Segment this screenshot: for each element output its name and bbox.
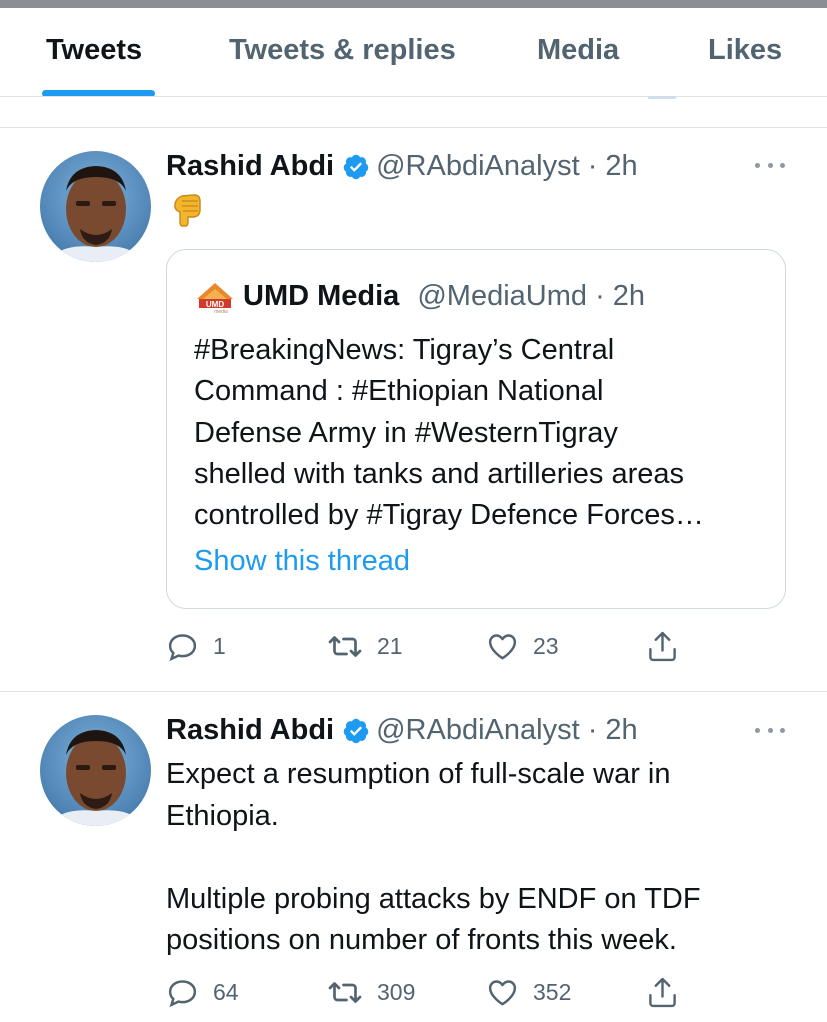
tab-tweets-and-replies[interactable]: Tweets & replies: [229, 34, 456, 67]
reply-button[interactable]: 1: [166, 630, 226, 663]
more-icon[interactable]: [755, 725, 785, 735]
more-icon[interactable]: [755, 160, 785, 170]
pointing-down-emoji: [174, 194, 201, 227]
reply-button[interactable]: 64: [166, 976, 239, 1009]
tweet-header: Rashid Abdi @RAbdiAnalyst · 2h: [166, 714, 638, 747]
retweet-button[interactable]: 309: [327, 976, 415, 1009]
quoted-handle-and-time: @MediaUmd · 2h: [417, 280, 646, 312]
reply-icon: [168, 634, 197, 662]
tab-likes[interactable]: Likes: [708, 34, 782, 67]
svg-text:media: media: [214, 309, 228, 313]
quoted-tweet-header: UMD Media @MediaUmd · 2h: [243, 280, 645, 313]
avatar[interactable]: [40, 151, 151, 262]
display-name[interactable]: Rashid Abdi: [166, 714, 334, 747]
quoted-display-name: UMD Media: [243, 280, 400, 312]
share-icon: [649, 631, 676, 662]
like-button[interactable]: 23: [486, 630, 559, 663]
show-thread-link[interactable]: Show this thread: [194, 545, 410, 578]
tab-tweets[interactable]: Tweets: [46, 34, 142, 67]
retweet-icon: [328, 636, 362, 657]
reply-count: 64: [213, 979, 239, 1005]
tweet-header: Rashid Abdi @RAbdiAnalyst · 2h: [166, 150, 638, 183]
quoted-tweet[interactable]: UMD media UMD Media @MediaUmd · 2h #Brea…: [166, 249, 786, 609]
divider: [0, 96, 827, 97]
reply-icon: [168, 980, 197, 1008]
scroll-remnant: [648, 96, 676, 99]
avatar[interactable]: [40, 715, 151, 826]
like-icon: [488, 634, 517, 660]
verified-badge-icon: [343, 718, 369, 743]
status-strip: [0, 0, 827, 8]
tab-media[interactable]: Media: [537, 34, 619, 67]
quoted-tweet-text: #BreakingNews: Tigray’s Central Command …: [194, 334, 704, 532]
reply-count: 1: [213, 633, 226, 659]
retweet-count: 309: [377, 979, 416, 1005]
verified-badge-icon: [343, 154, 369, 179]
divider: [0, 127, 827, 128]
share-button[interactable]: [646, 629, 679, 664]
handle-and-time[interactable]: @RAbdiAnalyst · 2h: [376, 150, 638, 183]
svg-text:UMD: UMD: [206, 300, 224, 309]
like-count: 23: [533, 633, 559, 659]
umd-media-logo-icon: UMD media: [197, 283, 233, 313]
retweet-button[interactable]: 21: [327, 630, 403, 663]
like-button[interactable]: 352: [486, 976, 571, 1009]
like-count: 352: [533, 979, 572, 1005]
retweet-count: 21: [377, 633, 403, 659]
handle-and-time[interactable]: @RAbdiAnalyst · 2h: [376, 714, 638, 747]
share-icon: [649, 977, 676, 1008]
retweet-icon: [328, 982, 362, 1003]
tweet-text: Expect a resumption of full-scale war in…: [166, 758, 701, 956]
like-icon: [488, 980, 517, 1006]
share-button[interactable]: [646, 975, 679, 1010]
divider: [0, 691, 827, 692]
profile-tabs: Tweets Tweets & replies Media Likes: [0, 8, 827, 97]
display-name[interactable]: Rashid Abdi: [166, 150, 334, 183]
